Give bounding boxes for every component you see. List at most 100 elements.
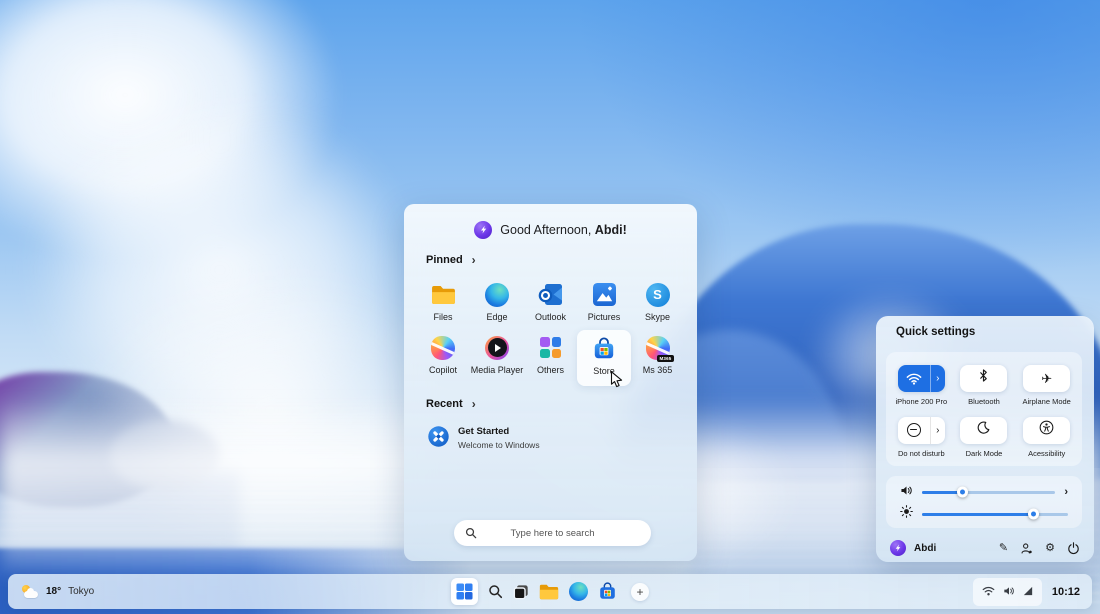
brightness-icon	[900, 505, 913, 523]
bluetooth-tile: Bluetooth	[953, 359, 1016, 411]
wallpaper-cloud	[0, 0, 340, 260]
dark-mode-button[interactable]	[960, 417, 1007, 444]
quick-settings-user-row: Abdi ✎ ⚙	[890, 538, 1080, 558]
accessibility-icon	[1039, 420, 1054, 440]
recent-header[interactable]: Recent ›	[426, 398, 476, 410]
quick-settings-panel: Quick settings › iPhone 200 Pro	[876, 316, 1094, 562]
app-tile-edge[interactable]: Edge	[470, 282, 524, 322]
edge-icon	[569, 582, 588, 601]
gear-icon[interactable]: ⚙	[1045, 543, 1055, 554]
store-button[interactable]	[598, 582, 617, 601]
wifi-icon	[982, 583, 995, 601]
pinned-header[interactable]: Pinned ›	[426, 254, 476, 266]
search-input[interactable]	[454, 527, 651, 540]
partly-cloudy-icon	[22, 585, 39, 598]
chevron-right-icon[interactable]: ›	[930, 417, 945, 444]
wifi-tile: › iPhone 200 Pro	[890, 359, 953, 411]
accessibility-tile: Acessibility	[1015, 411, 1078, 463]
accessibility-button[interactable]	[1023, 417, 1070, 444]
copilot-icon	[431, 335, 455, 360]
wallpaper-reflection-left	[0, 470, 240, 560]
do-not-disturb-button[interactable]: ›	[898, 417, 945, 444]
bluetooth-icon	[978, 368, 989, 388]
mouse-cursor	[610, 371, 623, 393]
assistant-avatar-icon	[474, 221, 492, 239]
speaker-icon	[900, 483, 913, 501]
files-icon	[431, 282, 456, 307]
user-settings-icon[interactable]	[1020, 542, 1033, 555]
store-icon	[592, 336, 616, 361]
pencil-icon[interactable]: ✎	[999, 543, 1008, 554]
taskbar: 18° Tokyo	[8, 574, 1092, 609]
user-avatar[interactable]	[890, 540, 906, 556]
clock[interactable]: 10:12	[1052, 586, 1080, 598]
app-tile-ms365[interactable]: M365 Ms 365	[631, 335, 685, 375]
cellular-signal-icon	[1023, 583, 1033, 601]
media-player-icon	[485, 335, 509, 360]
dark-mode-tile: Dark Mode	[953, 411, 1016, 463]
airplane-mode-tile: ✈ Airplane Mode	[1015, 359, 1078, 411]
taskbar-right: 10:12	[973, 574, 1080, 609]
airplane-mode-button[interactable]: ✈	[1023, 365, 1070, 392]
app-tile-media-player[interactable]: Media Player	[470, 335, 524, 375]
volume-slider-row: ›	[900, 484, 1068, 500]
desktop: Good Afternoon, Abdi! Pinned › Files Edg…	[0, 0, 1100, 614]
taskbar-search-button[interactable]	[488, 584, 503, 599]
app-tile-outlook[interactable]: Outlook	[524, 282, 578, 322]
brightness-slider[interactable]	[922, 513, 1068, 516]
moon-icon	[977, 421, 990, 439]
wallpaper-rocks-small	[110, 420, 220, 490]
chevron-right-icon[interactable]: ›	[1064, 487, 1068, 498]
others-icon	[540, 335, 561, 360]
greeting-text: Good Afternoon, Abdi!	[500, 223, 626, 237]
get-started-icon	[428, 426, 449, 452]
task-view-icon	[513, 584, 529, 600]
wifi-button[interactable]: ›	[898, 365, 945, 392]
search-bar[interactable]	[454, 520, 651, 546]
chevron-right-icon[interactable]: ›	[930, 365, 945, 392]
power-icon[interactable]	[1067, 542, 1080, 555]
start-menu: Good Afternoon, Abdi! Pinned › Files Edg…	[404, 204, 697, 561]
start-button[interactable]	[451, 578, 478, 605]
quick-settings-title: Quick settings	[896, 326, 975, 338]
app-tile-others[interactable]: Others	[524, 335, 578, 375]
airplane-icon: ✈	[1041, 372, 1052, 385]
weather-temp: 18°	[46, 586, 61, 597]
outlook-icon	[538, 282, 563, 307]
edge-button[interactable]	[569, 582, 588, 601]
quick-settings-tiles: › iPhone 200 Pro Bluetooth ✈ A	[886, 352, 1082, 466]
app-tile-files[interactable]: Files	[416, 282, 470, 322]
recent-item-get-started[interactable]: Get Started Welcome to Windows	[428, 426, 540, 452]
add-button[interactable]: +	[631, 583, 649, 601]
system-tray[interactable]	[973, 578, 1042, 606]
chevron-right-icon: ›	[472, 398, 476, 410]
windows-logo-icon	[456, 583, 473, 600]
pictures-icon	[593, 282, 616, 307]
bluetooth-button[interactable]	[960, 365, 1007, 392]
weather-city: Tokyo	[68, 586, 94, 597]
folder-icon	[539, 584, 559, 600]
wallpaper-cloud	[90, 270, 450, 550]
app-tile-pictures[interactable]: Pictures	[577, 282, 631, 322]
chevron-right-icon: ›	[472, 254, 476, 266]
volume-slider-thumb[interactable]	[957, 487, 968, 498]
file-explorer-button[interactable]	[539, 584, 559, 600]
search-icon	[465, 527, 477, 539]
do-not-disturb-icon	[898, 417, 930, 444]
user-name: Abdi	[914, 543, 999, 554]
greeting: Good Afternoon, Abdi!	[404, 221, 697, 239]
taskbar-center: +	[451, 574, 649, 609]
edge-icon	[485, 282, 509, 307]
brightness-slider-thumb[interactable]	[1028, 509, 1039, 520]
quick-settings-sliders: ›	[886, 476, 1082, 528]
app-tile-skype[interactable]: S Skype	[631, 282, 685, 322]
wallpaper-rocks	[0, 372, 175, 507]
task-view-button[interactable]	[513, 584, 529, 600]
volume-slider[interactable]	[922, 491, 1055, 494]
wifi-icon	[898, 365, 930, 392]
weather-widget[interactable]: 18° Tokyo	[22, 574, 94, 609]
ms365-icon: M365	[646, 335, 670, 360]
speaker-icon	[1003, 583, 1015, 601]
skype-icon: S	[646, 282, 670, 307]
app-tile-copilot[interactable]: Copilot	[416, 335, 470, 375]
